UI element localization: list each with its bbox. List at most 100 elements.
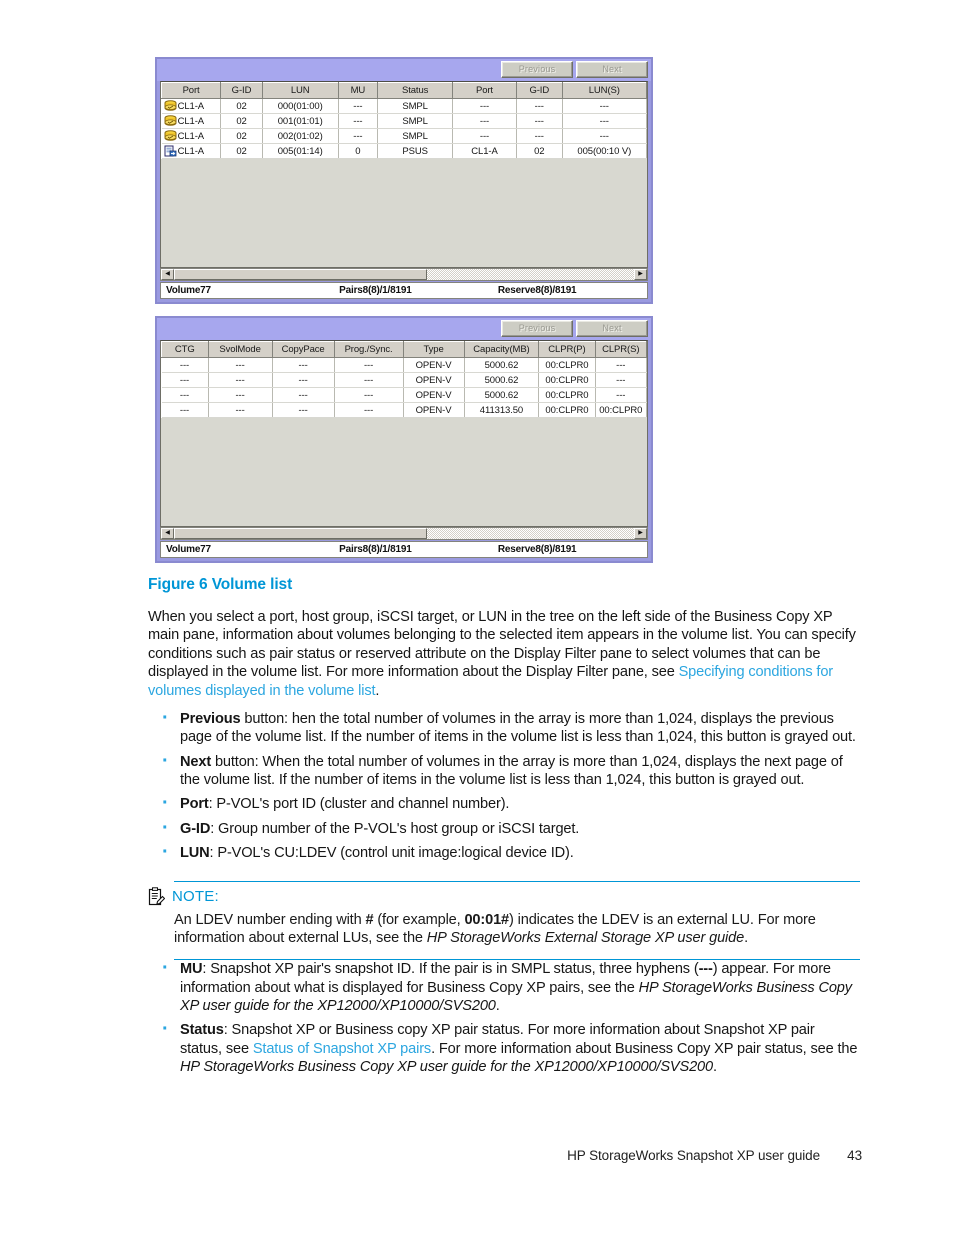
upper-grid-empty-area xyxy=(161,159,647,267)
note-top-rule xyxy=(174,880,860,882)
upper-grid-wrapper: Port G-ID LUN MU Status Port G-ID LUN(S) xyxy=(160,81,648,268)
table-row[interactable]: --- --- --- --- OPEN-V 5000.62 00:CLPR0 … xyxy=(161,387,648,403)
volume-icon xyxy=(164,100,176,111)
scroll-track[interactable] xyxy=(174,528,634,539)
status-pairs-count: Pairs8(8)/1/8191 xyxy=(339,285,412,296)
col-svolmode[interactable]: SvolMode xyxy=(207,341,273,358)
next-button[interactable]: Next xyxy=(576,61,648,78)
note-clipboard-icon xyxy=(148,886,165,905)
note-text: An LDEV number ending with # (for exampl… xyxy=(174,911,860,948)
col-type[interactable]: Type xyxy=(402,341,465,358)
cell-mu: --- xyxy=(338,98,379,114)
note-guide-title: HP StorageWorks External Storage XP user… xyxy=(426,929,745,946)
previous-button[interactable]: Previous xyxy=(501,61,573,78)
col-ctg[interactable]: CTG xyxy=(161,341,209,358)
cell-svolmode: --- xyxy=(208,357,273,373)
cell-clpr-p: 00:CLPR0 xyxy=(538,402,596,418)
term-next: Next xyxy=(180,753,212,770)
status-cross-reference-link[interactable]: Status of Snapshot XP pairs xyxy=(253,1041,431,1057)
list-item-next: Next button: When the total number of vo… xyxy=(148,749,860,790)
table-row[interactable]: --- --- --- --- OPEN-V 411313.50 00:CLPR… xyxy=(161,402,648,418)
cell-port: CL1-A xyxy=(161,143,222,159)
cell-gid: 02 xyxy=(220,128,263,144)
col-mu[interactable]: MU xyxy=(337,82,379,99)
desc-lun: : P-VOL's CU:LDEV (control unit image:lo… xyxy=(209,845,574,862)
cell-svolmode: --- xyxy=(208,387,273,403)
col-capacity[interactable]: Capacity(MB) xyxy=(463,341,540,358)
term-previous: Previous xyxy=(180,710,241,727)
cell-type: OPEN-V xyxy=(403,402,465,418)
cell-type: OPEN-V xyxy=(403,387,465,403)
lower-pager: Previous Next xyxy=(501,320,648,337)
cell-ctg: --- xyxy=(161,372,209,388)
upper-status-bar: Volume77 Pairs8(8)/1/8191 Reserve8(8)/81… xyxy=(160,282,648,299)
note-text-1: An LDEV number ending with xyxy=(174,911,366,928)
cell-ctg: --- xyxy=(161,357,209,373)
upper-horizontal-scrollbar[interactable]: ◀ ▶ xyxy=(160,268,648,281)
status-pairs-count: Pairs8(8)/1/8191 xyxy=(339,544,412,555)
scroll-track[interactable] xyxy=(174,269,634,280)
cell-luns: --- xyxy=(562,113,648,129)
intro-paragraph: When you select a port, host group, iSCS… xyxy=(148,608,860,700)
cell-gid-s: 02 xyxy=(516,143,563,159)
table-row[interactable]: --- --- --- --- OPEN-V 5000.62 00:CLPR0 … xyxy=(161,372,648,388)
status-reserve-count: Reserve8(8)/8191 xyxy=(497,544,577,555)
figure-volume-list: Previous Next Port G-ID LUN MU Status Po… xyxy=(155,57,653,563)
desc-gid: : Group number of the P-VOL's host group… xyxy=(210,820,580,837)
col-port-s[interactable]: Port xyxy=(451,82,517,99)
note-title: NOTE: xyxy=(172,887,219,905)
term-mu: MU xyxy=(180,961,203,978)
col-clpr-s[interactable]: CLPR(S) xyxy=(594,341,648,358)
scroll-left-arrow-icon[interactable]: ◀ xyxy=(161,269,174,280)
lower-volume-table: CTG SvolMode CopyPace Prog./Sync. Type C… xyxy=(161,341,648,418)
cell-luns: --- xyxy=(562,98,648,114)
col-copypace[interactable]: CopyPace xyxy=(271,341,335,358)
cell-gid-s: --- xyxy=(516,98,563,114)
col-gid-s[interactable]: G-ID xyxy=(515,82,563,99)
table-row[interactable]: CL1-A 02 001(01:01) --- SMPL --- --- --- xyxy=(161,113,648,129)
col-lun-p[interactable]: LUN xyxy=(261,82,339,99)
scroll-left-arrow-icon[interactable]: ◀ xyxy=(161,528,174,539)
upper-volume-table: Port G-ID LUN MU Status Port G-ID LUN(S) xyxy=(160,82,648,159)
col-luns[interactable]: LUN(S) xyxy=(561,82,648,99)
cell-prog-sync: --- xyxy=(334,402,404,418)
col-prog-sync[interactable]: Prog./Sync. xyxy=(333,341,404,358)
footer-guide-title: HP StorageWorks Snapshot XP user guide xyxy=(567,1148,820,1163)
col-gid-p[interactable]: G-ID xyxy=(220,82,263,99)
desc-status-2: . For more information about Business Co… xyxy=(431,1040,858,1057)
table-row[interactable]: CL1-A 02 002(01:02) --- SMPL --- --- --- xyxy=(161,128,648,144)
term-lun: LUN xyxy=(180,845,210,862)
next-button-lower[interactable]: Next xyxy=(576,320,648,337)
list-item-port: Port: P-VOL's port ID (cluster and chann… xyxy=(148,791,860,817)
cell-copypace: --- xyxy=(272,372,335,388)
table-row[interactable]: CL1-A 02 005(01:14) 0 PSUS CL1-A 02 005(… xyxy=(161,143,648,159)
scroll-thumb[interactable] xyxy=(174,528,427,539)
col-clpr-p[interactable]: CLPR(P) xyxy=(538,341,596,358)
desc-previous: button: hen the total number of volumes … xyxy=(180,710,856,746)
scroll-right-arrow-icon[interactable]: ▶ xyxy=(634,269,647,280)
field-description-list: Previous button: hen the total number of… xyxy=(148,706,860,866)
table-row[interactable]: --- --- --- --- OPEN-V 5000.62 00:CLPR0 … xyxy=(161,357,648,373)
col-port-p[interactable]: Port xyxy=(160,82,222,99)
cell-clpr-s: 00:CLPR0 xyxy=(595,402,648,418)
col-status[interactable]: Status xyxy=(377,82,453,99)
lower-table-header-row: CTG SvolMode CopyPace Prog./Sync. Type C… xyxy=(161,341,648,358)
volume-icon xyxy=(164,115,176,126)
term-status: Status xyxy=(180,1022,224,1039)
note-example: 00:01# xyxy=(464,911,510,928)
cell-port-s: --- xyxy=(452,98,517,114)
cell-type: OPEN-V xyxy=(403,357,465,373)
page-footer: HP StorageWorks Snapshot XP user guide 43 xyxy=(0,1148,954,1163)
table-row[interactable]: CL1-A 02 000(01:00) --- SMPL --- --- --- xyxy=(161,98,648,114)
volume-icon xyxy=(164,130,176,141)
desc-port: : P-VOL's port ID (cluster and channel n… xyxy=(208,796,510,813)
previous-button-lower[interactable]: Previous xyxy=(501,320,573,337)
cell-type: OPEN-V xyxy=(403,372,465,388)
lower-horizontal-scrollbar[interactable]: ◀ ▶ xyxy=(160,527,648,540)
scroll-thumb[interactable] xyxy=(174,269,427,280)
cell-port: CL1-A xyxy=(161,113,222,129)
cell-text: CL1-A xyxy=(177,145,205,157)
cell-ctg: --- xyxy=(161,387,209,403)
page-number: 43 xyxy=(847,1148,862,1163)
scroll-right-arrow-icon[interactable]: ▶ xyxy=(634,528,647,539)
